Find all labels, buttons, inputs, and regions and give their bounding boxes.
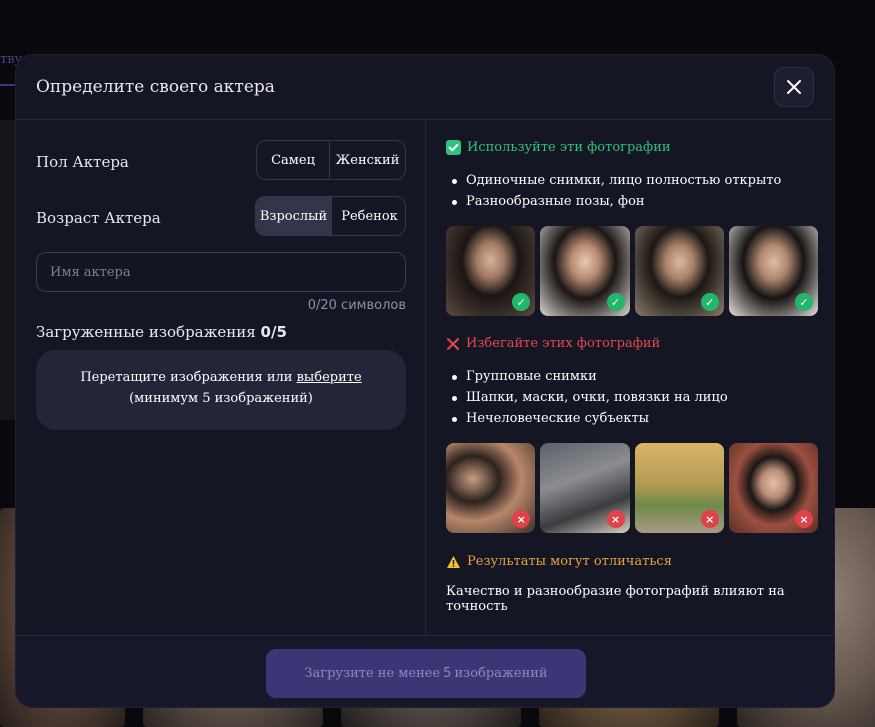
bad-photos-title: Избегайте этих фотографий <box>466 336 661 351</box>
modal-title: Определите своего актера <box>36 77 275 97</box>
x-icon: × <box>700 510 719 528</box>
list-item: Шапки, маски, очки, повязки на лицо <box>446 387 728 408</box>
choose-files-link[interactable]: выберите <box>297 370 362 385</box>
modal-body: Пол Актера Самец Женский Возраст Актера … <box>16 120 834 635</box>
define-actor-modal: Определите своего актера Пол Актера Саме… <box>15 54 835 708</box>
bad-example-photo: × <box>728 443 818 533</box>
warning-title: Результаты могут отличаться <box>467 554 672 569</box>
list-item: Одиночные снимки, лицо полностью открыто <box>446 170 781 191</box>
age-label: Возраст Актера <box>36 209 161 227</box>
good-example-photo: ✓ <box>634 226 724 316</box>
warning-icon <box>447 555 460 568</box>
uploaded-images-title: Загруженные изображения 0/5 <box>36 323 287 341</box>
uploaded-images-label: Загруженные изображения <box>36 323 256 341</box>
good-photos-heading: Используйте эти фотографии <box>446 140 671 155</box>
check-icon: ✓ <box>700 293 719 311</box>
list-item: Групповые снимки <box>446 366 728 387</box>
image-dropzone[interactable]: Перетащите изображения или выберите (мин… <box>36 350 406 430</box>
uploaded-images-count: 0/5 <box>260 323 287 341</box>
good-example-photo: ✓ <box>728 226 818 316</box>
dropzone-line: Перетащите изображения или выберите <box>36 367 406 388</box>
bad-example-photo: × <box>634 443 724 533</box>
submit-label-prefix: Загрузите не менее <box>304 666 441 681</box>
bad-photos-heading: Избегайте этих фотографий <box>446 336 660 351</box>
cross-icon <box>447 337 459 350</box>
modal-footer: Загрузите не менее 5 изображений <box>16 635 834 707</box>
modal-header: Определите своего актера <box>16 55 834 120</box>
check-icon: ✓ <box>795 293 813 311</box>
gender-toggle: Самец Женский <box>256 140 406 180</box>
photo-guidelines-column: Используйте эти фотографии Одиночные сни… <box>446 120 818 635</box>
bad-example-photo: × <box>446 443 536 533</box>
check-box-icon <box>446 140 461 155</box>
dropzone-hint: (минимум 5 изображений) <box>129 391 313 406</box>
age-option-child[interactable]: Ребенок <box>331 197 405 235</box>
submit-label-suffix: изображений <box>454 666 548 681</box>
upload-submit-button[interactable]: Загрузите не менее 5 изображений <box>266 649 586 698</box>
gender-option-male[interactable]: Самец <box>257 141 329 179</box>
check-icon: ✓ <box>512 293 531 311</box>
actor-name-input[interactable] <box>36 252 406 292</box>
bad-photo-examples: × × × × <box>446 443 818 533</box>
x-icon: × <box>606 510 625 528</box>
warning-text: Качество и разнообразие фотографий влияю… <box>446 584 785 614</box>
gender-label: Пол Актера <box>36 153 129 171</box>
list-item: Разнообразные позы, фон <box>446 191 781 212</box>
name-char-counter: 0/20 символов <box>307 298 406 313</box>
age-toggle: Взрослый Ребенок <box>255 196 406 236</box>
check-icon: ✓ <box>606 293 625 311</box>
x-icon: × <box>795 510 813 528</box>
good-example-photo: ✓ <box>540 226 630 316</box>
list-item: Нечеловеческие субъекты <box>446 408 728 429</box>
column-divider <box>425 120 426 635</box>
good-photos-list: Одиночные снимки, лицо полностью открыто… <box>446 170 781 212</box>
bad-example-photo: × <box>540 443 630 533</box>
gender-option-female[interactable]: Женский <box>329 141 405 179</box>
warning-heading: Результаты могут отличаться <box>446 554 672 569</box>
age-option-adult[interactable]: Взрослый <box>256 197 331 235</box>
x-icon: × <box>512 510 531 528</box>
submit-label-number: 5 <box>443 666 452 681</box>
close-button[interactable] <box>774 67 814 107</box>
bad-photos-list: Групповые снимки Шапки, маски, очки, пов… <box>446 366 728 429</box>
dropzone-text: Перетащите изображения или <box>80 370 293 385</box>
good-photos-title: Используйте эти фотографии <box>467 140 671 155</box>
good-example-photo: ✓ <box>446 226 536 316</box>
good-photo-examples: ✓ ✓ ✓ ✓ <box>446 226 818 316</box>
close-icon <box>787 80 801 94</box>
actor-settings-column: Пол Актера Самец Женский Возраст Актера … <box>36 120 406 635</box>
